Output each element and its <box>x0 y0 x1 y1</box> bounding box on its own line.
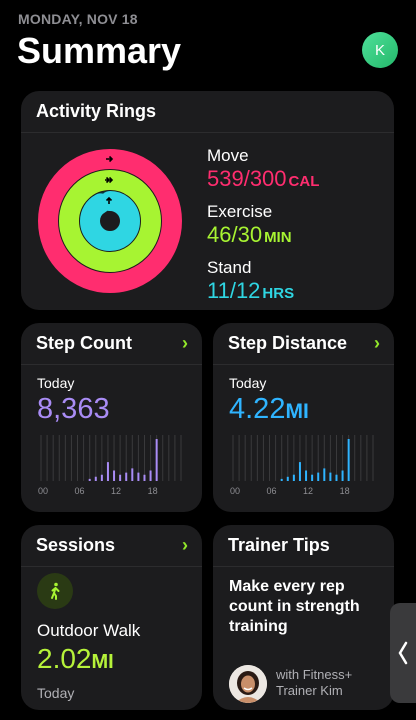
ring-stats: Move 539/300 CAL Exercise 46/30 MIN Stand … <box>207 146 319 310</box>
step-distance-card[interactable]: Step Distance › Today 4.22MI 00 06 12 18 <box>213 323 394 512</box>
move-value-row: 539/300 CAL <box>207 166 319 195</box>
step-count-header: Step Count › <box>21 323 202 365</box>
histogram-tick-label: 00 <box>38 486 48 496</box>
chevron-right-icon[interactable]: › <box>182 333 188 354</box>
date-label: MONDAY, NOV 18 <box>18 11 138 27</box>
activity-card-title: Activity Rings <box>36 101 157 121</box>
histogram-tick-label: 18 <box>340 486 350 496</box>
activity-rings <box>38 149 182 293</box>
histogram-tick-label: 18 <box>148 486 158 496</box>
step-distance-title: Step Distance <box>228 333 348 353</box>
walking-figure-icon <box>37 573 73 609</box>
move-unit: CAL <box>288 173 320 190</box>
stand-value-row: 11/12 HRS <box>207 278 319 307</box>
step-count-value: 8,363 <box>37 393 110 425</box>
histogram-tick-label: 06 <box>267 486 277 496</box>
stand-value: 11/12 <box>207 278 261 303</box>
step-distance-unit: MI <box>285 400 309 423</box>
step-distance-histogram: 00 06 12 18 <box>230 435 374 496</box>
session-name: Outdoor Walk <box>37 621 141 640</box>
side-handle[interactable] <box>390 603 416 703</box>
exercise-value-row: 46/30 MIN <box>207 222 319 251</box>
session-day: Today <box>37 685 75 701</box>
chevron-right-icon[interactable]: › <box>374 333 380 354</box>
chevron-right-icon[interactable]: › <box>182 535 188 556</box>
step-count-title: Step Count <box>36 333 132 353</box>
trainer-tips-title: Trainer Tips <box>228 535 330 555</box>
trainer-tips-card[interactable]: Trainer Tips Make every rep count in str… <box>213 525 394 710</box>
exercise-stat: Exercise 46/30 MIN <box>207 202 319 251</box>
stand-stat: Stand 11/12 HRS <box>207 258 319 307</box>
move-label: Move <box>207 146 249 165</box>
exercise-value: 46/30 <box>207 222 263 247</box>
tip-text: Make every rep count in strength trainin… <box>229 578 360 635</box>
step-distance-value-row: 4.22MI <box>229 393 309 426</box>
histogram-tick-label: 00 <box>230 486 240 496</box>
step-count-card[interactable]: Step Count › Today 8,363 00 06 12 18 <box>21 323 202 512</box>
session-unit: MI <box>91 651 114 673</box>
trainer-line-2: Trainer Kim <box>276 683 343 698</box>
avatar[interactable]: K <box>362 32 398 68</box>
histogram-tick-label: 12 <box>303 486 313 496</box>
session-value-row: 2.02MI <box>37 643 114 675</box>
trainer-line-1: with Fitness+ <box>276 667 353 682</box>
exercise-label: Exercise <box>207 202 273 221</box>
step-distance-today: Today <box>229 375 267 391</box>
page-title: Summary <box>17 30 182 71</box>
step-distance-value: 4.22 <box>229 393 286 425</box>
exercise-unit: MIN <box>264 229 292 246</box>
sessions-header: Sessions › <box>21 525 202 567</box>
move-stat: Move 539/300 CAL <box>207 146 319 195</box>
session-value: 2.02 <box>37 643 92 674</box>
step-count-histogram: 00 06 12 18 <box>38 435 182 496</box>
trainer-tips-header: Trainer Tips <box>213 525 394 567</box>
trainer-credit: with Fitness+ Trainer Kim <box>276 667 352 699</box>
histogram-tick-label: 12 <box>111 486 121 496</box>
sessions-card[interactable]: Sessions › Outdoor Walk 2.02MI Today <box>21 525 202 710</box>
activity-card-header: Activity Rings <box>21 91 394 133</box>
stand-unit: HRS <box>262 285 295 302</box>
histogram-tick-label: 06 <box>75 486 85 496</box>
step-distance-header: Step Distance › <box>213 323 394 365</box>
chevron-left-icon <box>398 641 408 665</box>
move-value: 539/300 <box>207 166 287 191</box>
sessions-title: Sessions <box>36 535 116 555</box>
stand-label: Stand <box>207 258 252 277</box>
trainer-avatar <box>229 665 267 703</box>
activity-rings-card[interactable]: Activity Rings Move 539/300 CAL Exercise … <box>21 91 394 310</box>
step-count-today: Today <box>37 375 75 391</box>
